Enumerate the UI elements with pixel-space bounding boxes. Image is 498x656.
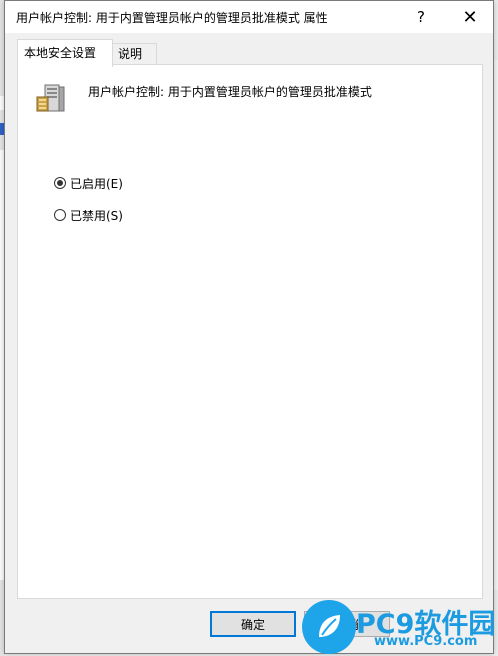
policy-title: 用户帐户控制: 用于内置管理员帐户的管理员批准模式	[88, 85, 372, 99]
title-bar: 用户帐户控制: 用于内置管理员帐户的管理员批准模式 属性 ? ✕	[5, 1, 493, 33]
dialog-title: 用户帐户控制: 用于内置管理员帐户的管理员批准模式 属性	[16, 11, 328, 25]
watermark-logo: PC9软件园 www.PC9.com	[302, 600, 498, 656]
properties-dialog: 用户帐户控制: 用于内置管理员帐户的管理员批准模式 属性 ? ✕ 本地安全设置 …	[4, 0, 494, 654]
tab-explain[interactable]: 说明	[111, 43, 157, 65]
radio-enabled-label: 已启用(E)	[70, 176, 123, 191]
radio-disabled[interactable]: 已禁用(S)	[54, 207, 123, 223]
tab-panel: 用户帐户控制: 用于内置管理员帐户的管理员批准模式 已启用(E) 已禁用(S)	[17, 64, 483, 599]
help-icon: ?	[417, 8, 425, 26]
pc9-logo-icon	[302, 600, 356, 654]
close-icon: ✕	[462, 6, 478, 28]
server-icon	[36, 84, 65, 112]
watermark-url: www.PC9.com	[374, 634, 478, 649]
radio-unselected-icon[interactable]	[54, 209, 66, 221]
help-button[interactable]: ?	[398, 1, 444, 33]
close-button[interactable]: ✕	[447, 1, 493, 33]
tab-local-security-setting[interactable]: 本地安全设置	[17, 39, 113, 67]
radio-selected-icon[interactable]	[54, 177, 66, 189]
radio-enabled[interactable]: 已启用(E)	[54, 175, 123, 191]
ok-button[interactable]: 确定	[210, 611, 296, 637]
radio-disabled-label: 已禁用(S)	[70, 208, 123, 223]
leaf-icon	[319, 615, 340, 637]
